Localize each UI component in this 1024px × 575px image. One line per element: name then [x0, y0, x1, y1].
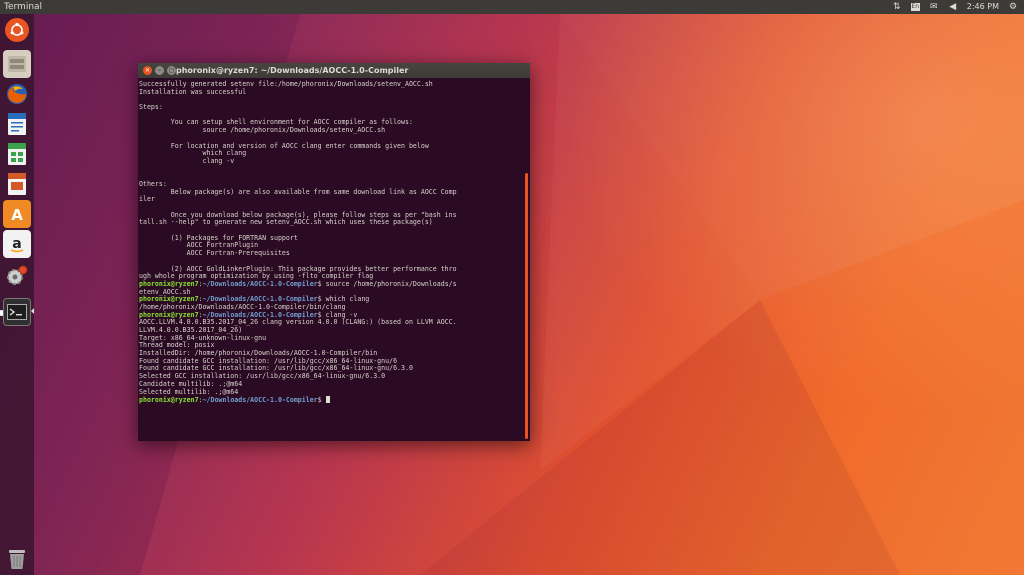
window-titlebar[interactable]: ✕ – □ phoronix@ryzen7: ~/Downloads/AOCC-…	[138, 63, 530, 78]
writer-icon	[8, 113, 26, 135]
launcher-item-impress[interactable]	[3, 170, 31, 198]
terminal-line: source /home/phoronix/Downloads/setenv_A…	[139, 126, 386, 135]
launcher-item-files[interactable]	[3, 50, 31, 78]
prompt-user: phoronix@ryzen7	[139, 396, 199, 405]
impress-icon	[8, 173, 26, 195]
prompt-user: phoronix@ryzen7	[139, 279, 199, 288]
terminal-line: Steps:	[139, 103, 163, 112]
launcher-item-dash-home[interactable]	[5, 18, 29, 42]
launcher-item-writer[interactable]	[3, 110, 31, 138]
terminal-line: AOCC Fortran-Prerequisites	[139, 249, 290, 258]
minimize-icon: –	[158, 67, 161, 74]
terminal-line: tall.sh --help" to generate new setenv_A…	[139, 218, 433, 227]
top-panel: Terminal ⇅ En ✉ ◀ 2:46 PM ⚙	[0, 0, 1024, 14]
launcher-item-terminal[interactable]	[3, 298, 31, 326]
launcher-item-system-settings[interactable]	[3, 262, 31, 290]
software-bag-icon: A	[11, 206, 23, 224]
terminal-command-line: phoronix@ryzen7:~/Downloads/AOCC-1.0-Com…	[139, 396, 523, 404]
text-cursor	[325, 396, 330, 404]
prompt-path: ~/Downloads/AOCC-1.0-Compiler	[202, 279, 318, 288]
focused-app-indicator	[31, 308, 34, 314]
terminal-command-line: phoronix@ryzen7:~/Downloads/AOCC-1.0-Com…	[139, 279, 457, 288]
launcher: A a	[0, 14, 34, 575]
terminal-line: Below package(s) are also available from…	[139, 187, 457, 196]
power-gear-icon[interactable]: ⚙	[1008, 2, 1018, 12]
terminal-icon	[7, 304, 27, 320]
prompt-path: ~/Downloads/AOCC-1.0-Compiler	[202, 396, 318, 405]
maximize-button[interactable]: □	[167, 66, 176, 75]
launcher-item-amazon[interactable]: a	[3, 230, 31, 258]
launcher-item-calc[interactable]	[3, 140, 31, 168]
volume-icon[interactable]: ◀	[948, 2, 958, 12]
network-icon[interactable]: ⇅	[892, 2, 902, 12]
file-cabinet-icon	[8, 56, 26, 72]
keyboard-layout-icon[interactable]: En	[910, 3, 920, 11]
close-icon: ✕	[144, 67, 151, 74]
launcher-item-trash[interactable]	[3, 546, 31, 572]
svg-text:A: A	[11, 206, 23, 224]
minimize-button[interactable]: –	[155, 66, 164, 75]
window-title: phoronix@ryzen7: ~/Downloads/AOCC-1.0-Co…	[176, 66, 409, 75]
terminal-line: clang -v	[139, 156, 235, 165]
settings-gears-icon	[7, 265, 28, 285]
clock[interactable]: 2:46 PM	[967, 0, 999, 14]
terminal-window[interactable]: ✕ – □ phoronix@ryzen7: ~/Downloads/AOCC-…	[138, 63, 530, 441]
command-text: $ source /home/phoronix/Downloads/s	[317, 279, 457, 288]
active-app-title: Terminal	[4, 2, 43, 12]
amazon-icon: a	[10, 236, 24, 253]
trash-icon	[9, 550, 25, 569]
maximize-icon: □	[168, 67, 175, 74]
command-text: $	[317, 396, 326, 405]
launcher-item-software-center[interactable]: A	[3, 200, 31, 228]
launcher-item-firefox[interactable]	[3, 80, 31, 108]
terminal-line: Installation was successful	[139, 87, 247, 96]
mail-icon[interactable]: ✉	[929, 2, 939, 12]
terminal-scrollbar[interactable]	[525, 173, 528, 439]
terminal-output[interactable]: Successfully generated setenv file:/home…	[139, 79, 523, 441]
svg-text:a: a	[12, 236, 21, 252]
terminal-line: Selected multilib: .;@m64	[139, 387, 239, 396]
firefox-icon	[7, 84, 27, 104]
ubuntu-logo-icon	[10, 22, 24, 36]
terminal-line: iler	[139, 195, 155, 204]
system-tray: ⇅ En ✉ ◀ 2:46 PM ⚙	[892, 0, 1018, 14]
close-button[interactable]: ✕	[143, 66, 152, 75]
calc-icon	[8, 143, 26, 165]
